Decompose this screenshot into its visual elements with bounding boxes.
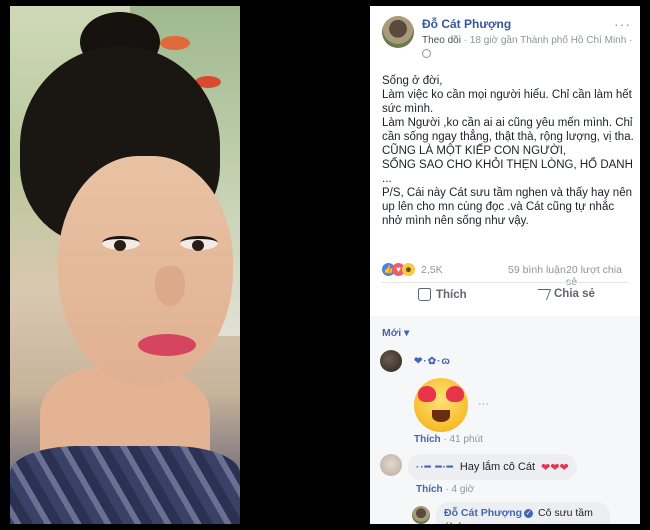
post-line: Làm việc ko cần mọi người hiểu. Chỉ cần … xyxy=(382,89,632,115)
share-button[interactable]: Chia sẻ xyxy=(533,288,595,300)
post-line: CŨNG LÀ MỘT KIẾP CON NGƯỜI, xyxy=(382,145,567,157)
like-label: Thích xyxy=(436,288,467,301)
striped-shirt xyxy=(10,446,240,524)
post-stats: 👍 ♥ ☻ 2,5K 59 bình luận 20 lượt chia sẻ xyxy=(382,260,634,288)
heart-eyes-emoji-icon xyxy=(414,378,468,432)
commenter-name[interactable]: ··━ ━·━ xyxy=(416,462,454,473)
comment-bubble: ··━ ━·━ Hay lắm cô Cát ❤❤❤ xyxy=(408,454,577,480)
comment-meta: Thích · 4 giờ xyxy=(416,484,474,495)
commenter-name[interactable]: ❤·✿·ɷ xyxy=(414,356,451,367)
post-line: SỐNG SAO CHO KHỎI THẸN LÒNG, HỔ DANH ... xyxy=(382,159,633,185)
reply-bubble: Đỗ Cát Phượng✓ Cô sưu tầm áh kon. xyxy=(436,502,610,524)
share-label: Chia sẻ xyxy=(554,288,595,300)
commenter-avatar[interactable] xyxy=(380,454,402,476)
post-line: Sống ở đời, xyxy=(382,75,443,87)
screenshot-frame: Đỗ Cát Phượng ··· Theo dõi · 18 giờ gần … xyxy=(0,0,650,530)
nose xyxy=(155,266,185,306)
globe-icon xyxy=(422,49,431,58)
post-meta: Theo dõi · 18 giờ gần Thành phố Hồ Chí M… xyxy=(422,35,632,46)
reply-author-name[interactable]: Đỗ Cát Phượng xyxy=(444,507,522,519)
post-text: Sống ở đời, Làm việc ko cần mọi người hi… xyxy=(382,74,634,228)
comment-time: · 4 giờ xyxy=(445,484,475,495)
koi-painting xyxy=(160,36,190,50)
post-photo[interactable] xyxy=(10,6,240,524)
comment-like-link[interactable]: Thích xyxy=(414,434,441,445)
haha-reaction-icon[interactable]: ☻ xyxy=(402,263,415,276)
author-avatar[interactable] xyxy=(382,16,414,48)
lips xyxy=(138,334,196,356)
comments-section: Mới ▾ ❤·✿·ɷ ··· Thích · 41 phút ··━ ━·━ … xyxy=(370,316,640,524)
reaction-count[interactable]: 2,5K xyxy=(421,264,443,276)
heart-icons: ❤❤❤ xyxy=(541,461,569,474)
verified-badge-icon: ✓ xyxy=(524,508,534,518)
comment-sort-dropdown[interactable]: Mới ▾ xyxy=(382,327,409,339)
comment-count[interactable]: 59 bình luận xyxy=(508,264,566,276)
share-arrow-icon xyxy=(533,288,552,300)
post-time-location: · 18 giờ gần Thành phố Hồ Chí Minh · xyxy=(463,35,633,46)
like-button[interactable]: Thích xyxy=(418,288,467,301)
post-line: P/S, Cái này Cát sưu tầm nghen và thấy h… xyxy=(382,187,632,227)
follow-link[interactable]: Theo dõi xyxy=(422,35,461,46)
comment-more-icon[interactable]: ··· xyxy=(478,398,489,410)
comment-time: · 41 phút xyxy=(443,434,483,445)
commenter-avatar[interactable] xyxy=(380,350,402,372)
post-header: Đỗ Cát Phượng ··· Theo dõi · 18 giờ gần … xyxy=(370,6,640,64)
post-panel: Đỗ Cát Phượng ··· Theo dõi · 18 giờ gần … xyxy=(370,6,640,524)
eye xyxy=(102,236,140,251)
divider xyxy=(382,282,628,283)
more-options-icon[interactable]: ··· xyxy=(614,16,631,32)
comment-like-link[interactable]: Thích xyxy=(416,484,443,495)
share-count[interactable]: 20 lượt chia sẻ xyxy=(566,264,634,288)
comment-meta: Thích · 41 phút xyxy=(414,434,483,445)
reply-avatar[interactable] xyxy=(412,506,430,524)
thumbs-up-icon xyxy=(418,288,431,301)
post-line: Làm Người ,ko cần ai ai cũng yêu mến mìn… xyxy=(382,117,634,143)
author-name[interactable]: Đỗ Cát Phượng xyxy=(422,17,511,31)
eye xyxy=(180,236,218,251)
comment-text: Hay lắm cô Cát xyxy=(459,461,536,473)
